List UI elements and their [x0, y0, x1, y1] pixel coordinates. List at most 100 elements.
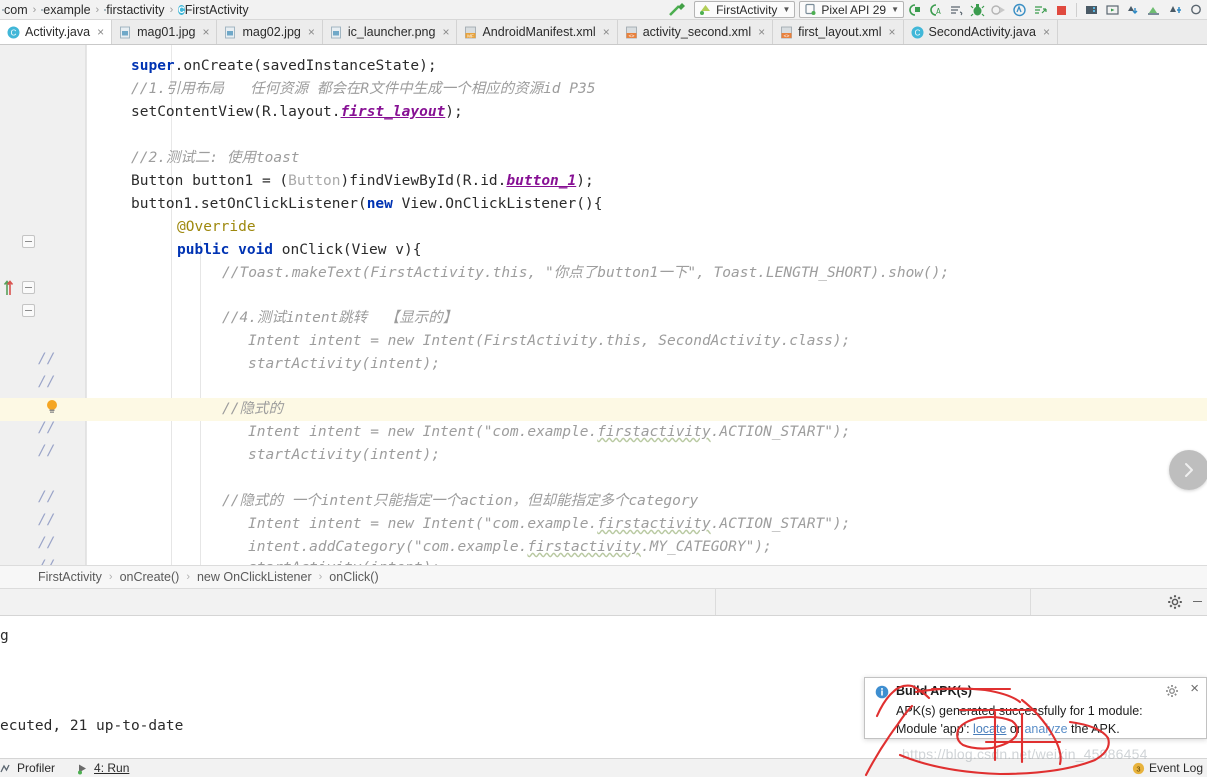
attach-debugger-icon[interactable]	[1030, 0, 1051, 19]
code-line[interactable]: intent.addCategory("com.example.firstact…	[0, 536, 1207, 559]
code-line[interactable]: startActivity(intent);	[0, 444, 1207, 467]
code-line[interactable]: Intent intent = new Intent("com.example.…	[0, 421, 1207, 444]
status-item-run[interactable]: 4: Run	[77, 761, 129, 775]
status-item-event-log[interactable]: 3 Event Log	[1132, 761, 1203, 775]
editor-breadcrumb-item[interactable]: onClick()	[329, 570, 378, 584]
profile-icon[interactable]	[1009, 0, 1030, 19]
hide-toolwindow-icon[interactable]	[1193, 601, 1202, 602]
project-structure-icon[interactable]	[1144, 0, 1165, 19]
code-line[interactable]: //Toast.makeText(FirstActivity.this, "你点…	[0, 262, 1207, 285]
close-icon[interactable]: ×	[758, 26, 765, 38]
chevron-right-icon	[1185, 463, 1193, 477]
tab-activity-second-xml[interactable]: <> activity_second.xml ×	[617, 20, 774, 44]
close-icon[interactable]: ×	[1190, 681, 1199, 696]
debug-icon[interactable]	[967, 0, 988, 19]
code-lines-container[interactable]: super.onCreate(savedInstanceState); //1.引…	[0, 45, 1207, 565]
notification-title: Build APK(s)	[896, 684, 972, 698]
run-configuration-selector[interactable]: FirstActivity ▼	[694, 1, 796, 18]
breadcrumb-item-class[interactable]: C FirstActivity	[178, 3, 249, 17]
toolwindow-segment-right	[717, 589, 1031, 615]
sync-gradle-icon[interactable]	[1123, 0, 1144, 19]
gear-icon[interactable]	[1167, 594, 1183, 610]
code-line-text: //Toast.makeText(FirstActivity.this, "你点…	[222, 265, 950, 281]
event-log-icon: 3	[1132, 762, 1145, 775]
breadcrumb-separator: ›	[169, 3, 174, 16]
close-icon[interactable]: ×	[603, 26, 610, 38]
next-page-button[interactable]	[1169, 450, 1207, 490]
editor-breadcrumb-item[interactable]: new OnClickListener	[197, 570, 312, 584]
tab-mag02-jpg[interactable]: mag02.jpg ×	[217, 20, 323, 44]
code-line-text: super.onCreate(savedInstanceState);	[131, 58, 437, 74]
wrench-icon[interactable]	[664, 0, 690, 19]
code-line-text: //隐式的	[222, 401, 283, 417]
code-line[interactable]: //4.测试intent跳转 【显示的】	[0, 307, 1207, 330]
close-icon[interactable]: ×	[97, 26, 104, 38]
tab-second-activity-java[interactable]: C SecondActivity.java ×	[903, 20, 1058, 44]
breadcrumb-item-example[interactable]: example	[41, 3, 91, 17]
class-file-icon: C	[911, 26, 924, 39]
build-notification-balloon[interactable]: Build APK(s) × APK(s) generated successf…	[864, 677, 1207, 739]
tab-mag01-jpg[interactable]: mag01.jpg ×	[112, 20, 218, 44]
stop-icon[interactable]	[1051, 0, 1072, 19]
or-text: or	[1006, 722, 1025, 736]
make-module-icon[interactable]: A	[925, 0, 946, 19]
run-gray-icon[interactable]	[988, 0, 1009, 19]
tab-first-layout-xml[interactable]: <> first_layout.xml ×	[773, 20, 904, 44]
code-line[interactable]: //隐式的 一个intent只能指定一个action，但却能指定多个catego…	[0, 490, 1207, 513]
close-icon[interactable]: ×	[202, 26, 209, 38]
gear-icon[interactable]	[1165, 684, 1179, 698]
code-line[interactable]: //隐式的	[0, 398, 1207, 421]
close-icon[interactable]: ×	[1043, 26, 1050, 38]
locate-link[interactable]: locate	[973, 722, 1006, 736]
toolwindow-segment-left	[0, 589, 716, 615]
intention-bulb-icon[interactable]	[45, 399, 59, 415]
code-line[interactable]: Button button1 = (Button)findViewById(R.…	[0, 170, 1207, 193]
close-icon[interactable]: ×	[442, 26, 449, 38]
tab-label: first_layout.xml	[798, 25, 882, 39]
breadcrumb-label: com	[4, 2, 28, 17]
manifest-file-icon: MF	[464, 26, 477, 39]
code-line[interactable]: //1.引用布局 任何资源 都会在R文件中生成一个相应的资源id P35	[0, 78, 1207, 101]
run-icon[interactable]	[946, 0, 967, 19]
breadcrumb-separator: ›	[108, 571, 113, 583]
gutter-comment-marker: //	[38, 443, 56, 459]
avd-manager-icon[interactable]	[1102, 0, 1123, 19]
close-icon[interactable]: ×	[888, 26, 895, 38]
code-line-text: Intent intent = new Intent(FirstActivity…	[248, 333, 851, 349]
breadcrumb-item-firstactivity[interactable]: firstactivity	[104, 3, 165, 17]
tab-android-manifest-xml[interactable]: MF AndroidManifest.xml ×	[457, 20, 618, 44]
layout-inspector-icon[interactable]	[1165, 0, 1186, 19]
module-prefix-text: Module 'app':	[896, 722, 974, 736]
code-line-text: button1.setOnClickListener(new View.OnCl…	[131, 196, 603, 212]
device-selector[interactable]: Pixel API 29 ▼	[799, 1, 904, 18]
gutter-comment-marker: //	[38, 489, 56, 505]
code-line[interactable]: super.onCreate(savedInstanceState);	[0, 55, 1207, 78]
close-icon[interactable]: ×	[308, 26, 315, 38]
code-editor[interactable]: super.onCreate(savedInstanceState); //1.引…	[0, 45, 1207, 565]
code-line[interactable]: Intent intent = new Intent("com.example.…	[0, 513, 1207, 536]
gutter-comment-marker: //	[38, 535, 56, 551]
status-item-profiler[interactable]: Profiler	[0, 761, 55, 775]
notification-message-line1: APK(s) generated successfully for 1 modu…	[896, 704, 1143, 718]
code-line[interactable]: //2.测试二: 使用toast	[0, 147, 1207, 170]
search-icon[interactable]	[1186, 0, 1207, 19]
code-line[interactable]: startActivity(intent);	[0, 353, 1207, 376]
sdk-manager-icon[interactable]	[1081, 0, 1102, 19]
code-line-text: startActivity(intent);	[248, 356, 441, 372]
breadcrumb-item-com[interactable]: com	[2, 3, 28, 17]
code-line[interactable]: startActivity(intent);	[0, 557, 1207, 565]
code-line[interactable]: setContentView(R.layout.first_layout);	[0, 101, 1207, 124]
toolbar-divider	[1076, 2, 1077, 17]
tab-ic-launcher-png[interactable]: ic_launcher.png ×	[322, 20, 458, 44]
editor-breadcrumb-item[interactable]: onCreate()	[120, 570, 180, 584]
code-line[interactable]: @Override	[0, 216, 1207, 239]
code-line[interactable]: button1.setOnClickListener(new View.OnCl…	[0, 193, 1207, 216]
layout-file-icon: <>	[625, 26, 638, 39]
editor-breadcrumb-item[interactable]: FirstActivity	[38, 570, 102, 584]
tab-activity-java[interactable]: C Activity.java ×	[0, 20, 113, 44]
analyze-link[interactable]: analyze	[1024, 722, 1067, 736]
gutter-comment-marker: //	[38, 420, 56, 436]
code-line[interactable]: Intent intent = new Intent(FirstActivity…	[0, 330, 1207, 353]
make-project-icon[interactable]	[904, 0, 925, 19]
code-line[interactable]: public void onClick(View v){	[0, 239, 1207, 262]
